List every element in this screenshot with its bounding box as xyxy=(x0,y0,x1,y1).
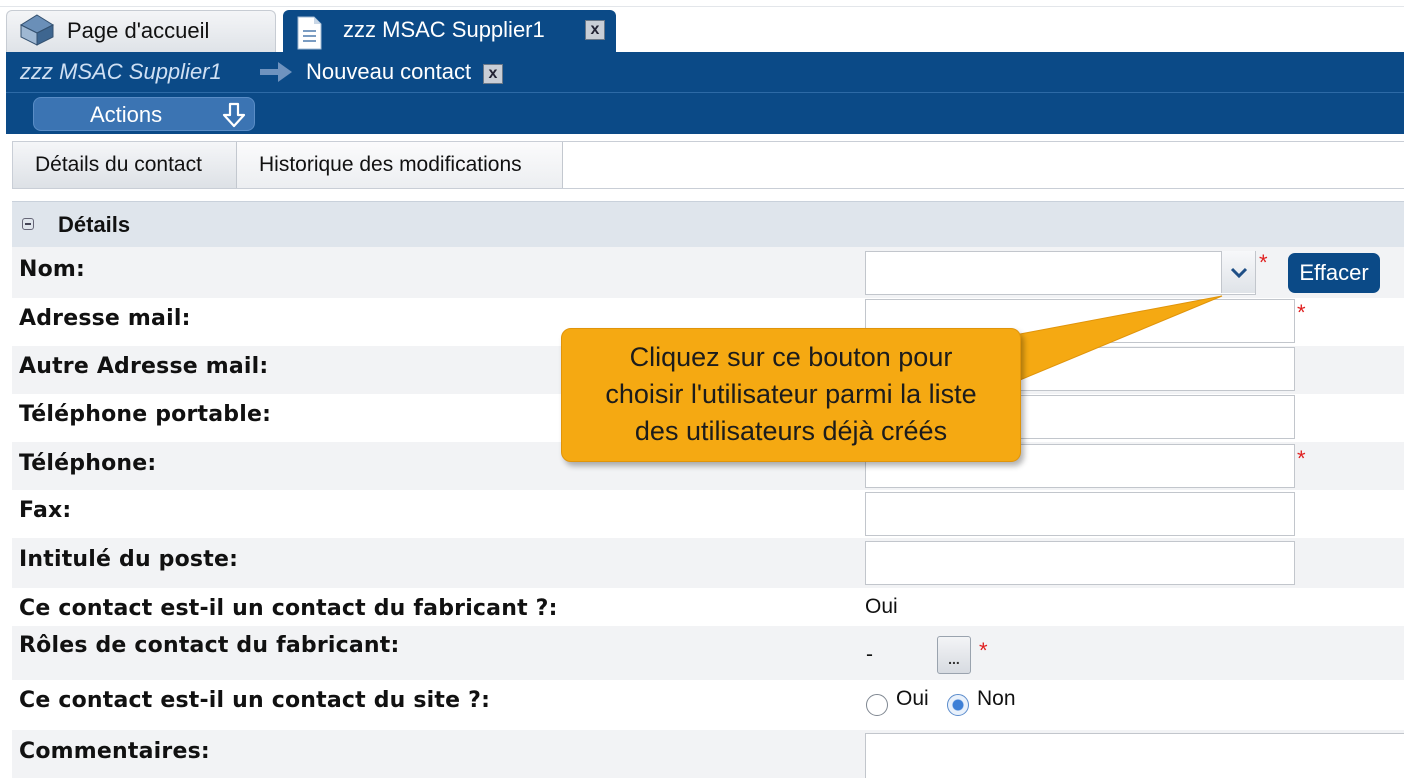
nom-label: Nom: xyxy=(19,257,86,282)
top-tab-strip: Page d'accueil zzz MSAC Supplier1 x xyxy=(0,0,1404,52)
actions-label: Actions xyxy=(90,102,163,127)
form-row-manufacturer: Ce contact est-il un contact du fabrican… xyxy=(12,588,1404,626)
callout-line-3: des utilisateurs déjà créés xyxy=(634,416,948,446)
collapse-icon[interactable] xyxy=(22,218,34,230)
comments-label: Commentaires: xyxy=(19,739,210,764)
email2-label: Autre Adresse mail: xyxy=(19,354,269,379)
tab-contact-details-label: Détails du contact xyxy=(35,153,202,176)
manufacturer-question-label: Ce contact est-il un contact du fabrican… xyxy=(19,596,558,621)
actions-toolbar: Actions xyxy=(6,92,1404,134)
breadcrumb-current: Nouveau contact xyxy=(306,59,472,84)
tab-change-history-label: Historique des modifications xyxy=(259,153,522,176)
required-mark: * xyxy=(1259,250,1268,275)
manufacturer-value: Oui xyxy=(865,595,898,618)
phone-label: Téléphone: xyxy=(19,451,157,476)
job-field[interactable] xyxy=(865,541,1295,585)
nom-dropdown-button[interactable] xyxy=(1221,251,1255,293)
required-mark: * xyxy=(979,638,988,663)
home-icon xyxy=(19,14,55,46)
help-callout: Cliquez sur ce bouton pour choisir l'uti… xyxy=(561,328,1021,462)
close-tab-icon[interactable]: x xyxy=(585,20,605,40)
mobile-label: Téléphone portable: xyxy=(19,402,272,427)
callout-line-1: Cliquez sur ce bouton pour xyxy=(629,342,953,372)
sub-tab-strip: Détails du contact Historique des modifi… xyxy=(12,141,1404,189)
fax-field[interactable] xyxy=(865,492,1295,536)
section-title: Détails xyxy=(58,212,131,237)
close-breadcrumb-icon[interactable]: x xyxy=(483,64,503,84)
roles-value: - xyxy=(866,643,873,666)
form-row-roles: Rôles de contact du fabricant: xyxy=(12,626,1404,680)
form-row-site: Ce contact est-il un contact du site ?: xyxy=(12,680,1404,730)
effacer-button[interactable]: Effacer xyxy=(1288,253,1380,293)
section-header-details[interactable]: Détails xyxy=(12,201,1404,247)
callout-line-2: choisir l'utilisateur parmi la liste xyxy=(605,379,977,409)
fax-label: Fax: xyxy=(19,498,72,523)
divider xyxy=(0,6,1404,7)
arrow-right-icon xyxy=(260,62,292,82)
site-radio-oui[interactable] xyxy=(866,694,888,716)
site-question-label: Ce contact est-il un contact du site ?: xyxy=(19,688,491,713)
roles-picker-button[interactable]: ... xyxy=(937,636,971,674)
nom-select[interactable] xyxy=(865,251,1256,295)
arrow-down-icon xyxy=(222,102,246,128)
breadcrumb: zzz MSAC Supplier1 Nouveau contact x xyxy=(6,52,1404,92)
required-mark: * xyxy=(1297,446,1306,471)
tab-home-label: Page d'accueil xyxy=(67,18,210,43)
site-radio-non[interactable] xyxy=(947,694,969,716)
tab-supplier[interactable]: zzz MSAC Supplier1 x xyxy=(283,10,616,52)
document-icon xyxy=(297,16,322,50)
comments-field[interactable] xyxy=(865,733,1404,778)
chevron-down-icon xyxy=(1230,267,1248,279)
actions-button[interactable]: Actions xyxy=(33,97,255,131)
site-radio-oui-label: Oui xyxy=(896,687,929,710)
email-label: Adresse mail: xyxy=(19,306,191,331)
required-mark: * xyxy=(1297,300,1306,325)
tab-contact-details[interactable]: Détails du contact xyxy=(13,142,237,188)
site-radio-non-label: Non xyxy=(977,687,1016,710)
job-label: Intitulé du poste: xyxy=(19,547,239,572)
roles-label: Rôles de contact du fabricant: xyxy=(19,633,400,658)
tab-change-history[interactable]: Historique des modifications xyxy=(237,142,563,188)
tab-home[interactable]: Page d'accueil xyxy=(6,10,276,52)
breadcrumb-parent[interactable]: zzz MSAC Supplier1 xyxy=(20,59,222,85)
tab-supplier-label: zzz MSAC Supplier1 xyxy=(343,17,545,42)
